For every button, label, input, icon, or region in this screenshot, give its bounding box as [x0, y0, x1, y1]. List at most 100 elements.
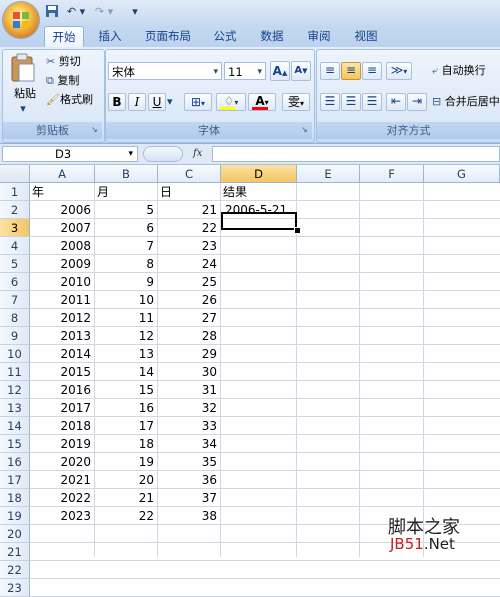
redo-icon[interactable]: ↷ ▾ — [91, 4, 117, 20]
tab-review[interactable]: 审阅 — [301, 26, 337, 47]
formula-bar-expander[interactable] — [143, 146, 183, 162]
tab-formulas[interactable]: 公式 — [207, 26, 243, 47]
row-header-7[interactable]: 7 — [0, 291, 30, 309]
row-header-14[interactable]: 14 — [0, 417, 30, 435]
cell-year[interactable]: 2009 — [30, 255, 95, 273]
shrink-font-button[interactable]: A▼ — [291, 61, 311, 81]
column-header-b[interactable]: B — [95, 165, 158, 183]
cell-year[interactable]: 2022 — [30, 489, 95, 507]
cell-month[interactable]: 6 — [95, 219, 158, 237]
cell-year[interactable]: 2019 — [30, 435, 95, 453]
undo-icon[interactable]: ↶ ▾ — [63, 4, 89, 20]
cell-month[interactable]: 15 — [95, 381, 158, 399]
cell-day[interactable]: 32 — [158, 399, 221, 417]
italic-button[interactable]: I — [128, 93, 146, 111]
row-header-20[interactable]: 20 — [0, 525, 30, 543]
cell-year[interactable]: 2015 — [30, 363, 95, 381]
cell-result[interactable] — [225, 507, 297, 525]
cell-year[interactable]: 2016 — [30, 381, 95, 399]
customize-qat-icon[interactable]: ▾ — [130, 4, 140, 20]
font-size-combobox[interactable]: 11 ▾ — [224, 62, 266, 80]
cell-day[interactable]: 33 — [158, 417, 221, 435]
cell-day[interactable]: 37 — [158, 489, 221, 507]
cell-day[interactable]: 21 — [158, 201, 221, 219]
office-button[interactable] — [3, 2, 39, 38]
cell-result[interactable] — [225, 489, 297, 507]
cell-day[interactable]: 36 — [158, 471, 221, 489]
cell-day[interactable]: 25 — [158, 273, 221, 291]
copy-button[interactable]: ⧉ 复制 — [46, 73, 102, 89]
cell-month[interactable]: 18 — [95, 435, 158, 453]
font-color-button[interactable]: A▾ — [248, 93, 276, 111]
grow-font-button[interactable]: A▲ — [270, 61, 290, 81]
cell-year[interactable]: 2020 — [30, 453, 95, 471]
cell-result[interactable] — [225, 273, 297, 291]
bold-button[interactable]: B — [108, 93, 126, 111]
cell-year[interactable]: 2023 — [30, 507, 95, 525]
cell-day[interactable]: 31 — [158, 381, 221, 399]
formula-input[interactable] — [212, 146, 500, 162]
underline-button[interactable]: U — [148, 93, 166, 111]
tab-view[interactable]: 视图 — [348, 26, 384, 47]
cell-result[interactable] — [225, 255, 297, 273]
header-cell-b[interactable]: 月 — [97, 183, 158, 201]
fill-handle[interactable] — [294, 227, 301, 234]
cell-year[interactable]: 2007 — [30, 219, 95, 237]
column-header-f[interactable]: F — [360, 165, 424, 183]
cell-day[interactable]: 26 — [158, 291, 221, 309]
cell-result[interactable] — [225, 417, 297, 435]
cell-year[interactable]: 2021 — [30, 471, 95, 489]
font-launcher-icon[interactable]: ↘ — [301, 125, 309, 134]
header-cell-a[interactable]: 年 — [32, 183, 95, 201]
clipboard-launcher-icon[interactable]: ↘ — [91, 125, 99, 134]
cell-result[interactable] — [225, 399, 297, 417]
cell-day[interactable]: 24 — [158, 255, 221, 273]
cell-day[interactable]: 22 — [158, 219, 221, 237]
cell-month[interactable]: 12 — [95, 327, 158, 345]
cell-month[interactable]: 21 — [95, 489, 158, 507]
cell-day[interactable]: 23 — [158, 237, 221, 255]
cell-day[interactable]: 30 — [158, 363, 221, 381]
align-right-button[interactable]: ☰ — [362, 93, 382, 111]
header-cell-c[interactable]: 日 — [160, 183, 221, 201]
cell-day[interactable]: 34 — [158, 435, 221, 453]
row-header-10[interactable]: 10 — [0, 345, 30, 363]
cell-year[interactable]: 2014 — [30, 345, 95, 363]
cell-year[interactable]: 2012 — [30, 309, 95, 327]
cell-result[interactable] — [225, 381, 297, 399]
cell-day[interactable]: 38 — [158, 507, 221, 525]
cell-year[interactable]: 2011 — [30, 291, 95, 309]
row-header-4[interactable]: 4 — [0, 237, 30, 255]
column-header-e[interactable]: E — [297, 165, 360, 183]
row-header-2[interactable]: 2 — [0, 201, 30, 219]
column-header-c[interactable]: C — [158, 165, 221, 183]
cell-year[interactable]: 2006 — [30, 201, 95, 219]
row-header-6[interactable]: 6 — [0, 273, 30, 291]
cell-day[interactable]: 35 — [158, 453, 221, 471]
cell-month[interactable]: 16 — [95, 399, 158, 417]
row-header-3[interactable]: 3 — [0, 219, 30, 237]
cell-month[interactable]: 5 — [95, 201, 158, 219]
name-box[interactable]: D3 ▾ — [2, 146, 138, 162]
cell-result[interactable] — [225, 471, 297, 489]
row-header-15[interactable]: 15 — [0, 435, 30, 453]
align-bottom-button[interactable]: ≡ — [362, 62, 382, 80]
borders-button[interactable]: ⊞▾ — [184, 93, 212, 111]
underline-dropdown-icon[interactable]: ▾ — [167, 94, 175, 110]
cell-year[interactable]: 2018 — [30, 417, 95, 435]
cell-month[interactable]: 22 — [95, 507, 158, 525]
merge-center-button[interactable]: ⊟ 合并后居中 — [432, 94, 500, 110]
cell-result[interactable] — [225, 237, 297, 255]
cell-month[interactable]: 11 — [95, 309, 158, 327]
cell-result[interactable] — [225, 363, 297, 381]
cut-button[interactable]: ✂ 剪切 — [46, 54, 102, 70]
cell-day[interactable]: 27 — [158, 309, 221, 327]
header-cell-d[interactable]: 结果 — [223, 183, 297, 201]
wrap-text-button[interactable]: ⤶ 自动换行 — [432, 63, 500, 79]
save-icon[interactable] — [44, 4, 60, 20]
fill-color-button[interactable]: ♢▾ — [216, 93, 246, 111]
tab-home[interactable]: 开始 — [44, 26, 84, 48]
cell-day[interactable]: 28 — [158, 327, 221, 345]
paste-button[interactable]: 粘贴 — [10, 86, 40, 102]
cell-month[interactable]: 17 — [95, 417, 158, 435]
